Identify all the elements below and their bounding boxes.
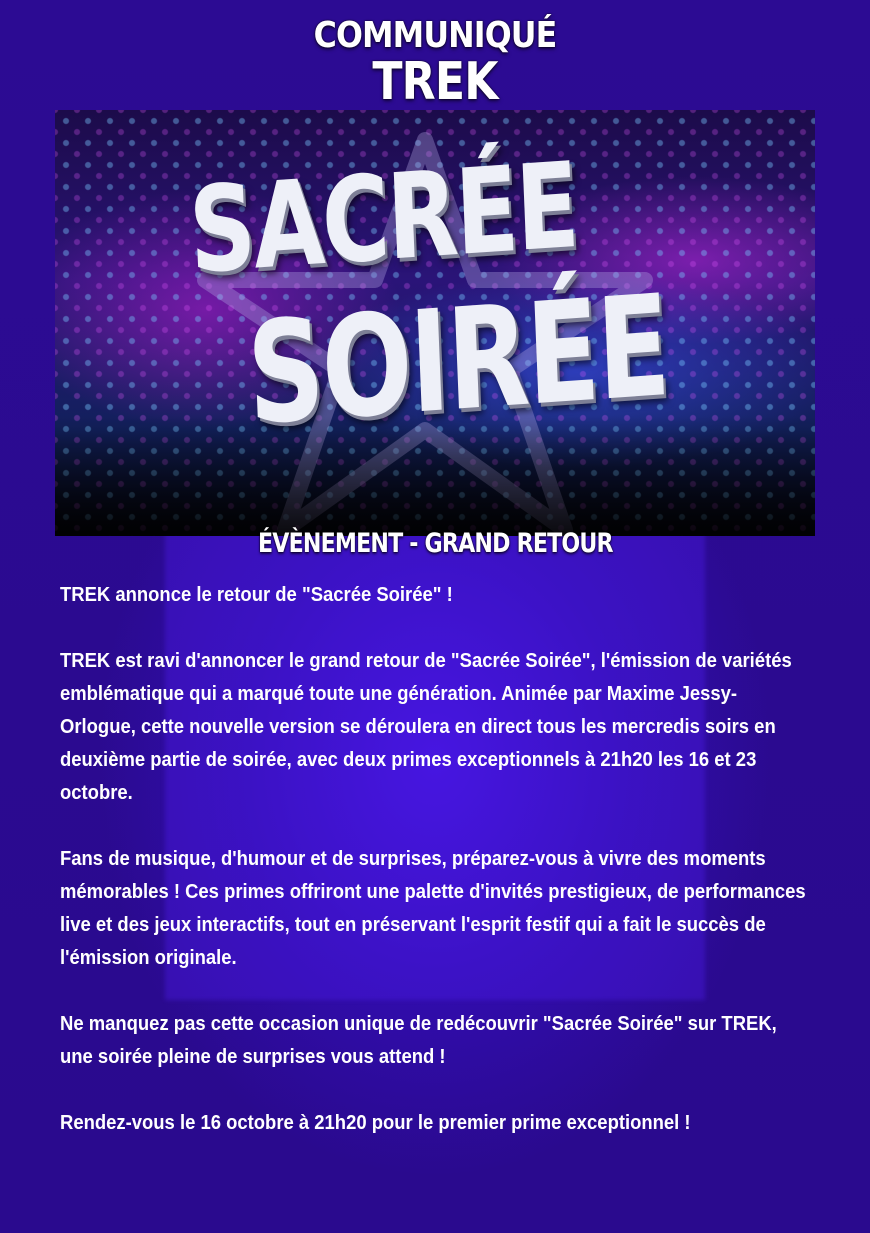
show-logo-word-2: SOIRÉE <box>244 265 671 457</box>
show-banner-image: SACRÉE SOIRÉE <box>55 110 815 536</box>
section-title: ÉVÈNEMENT - GRAND RETOUR <box>0 530 870 557</box>
paragraph-fans: Fans de musique, d'humour et de surprise… <box>60 847 806 969</box>
paragraph-date: Rendez-vous le 16 octobre à 21h20 pour l… <box>60 1111 691 1134</box>
show-logo-word-1: SACRÉE <box>186 136 580 300</box>
header-brand: TREK <box>372 52 498 112</box>
paragraph-announcement: TREK est ravi d'annoncer le grand retour… <box>60 649 792 804</box>
paragraph-intro: TREK annonce le retour de "Sacrée Soirée… <box>60 583 453 606</box>
press-release-body: TREK annonce le retour de "Sacrée Soirée… <box>60 578 810 1172</box>
paragraph-call-to-action: Ne manquez pas cette occasion unique de … <box>60 1012 777 1068</box>
press-release-header: COMMUNIQUÉ TREK <box>0 15 870 112</box>
section-title-text: ÉVÈNEMENT - GRAND RETOUR <box>257 528 614 559</box>
header-communique: COMMUNIQUÉ <box>313 15 558 56</box>
